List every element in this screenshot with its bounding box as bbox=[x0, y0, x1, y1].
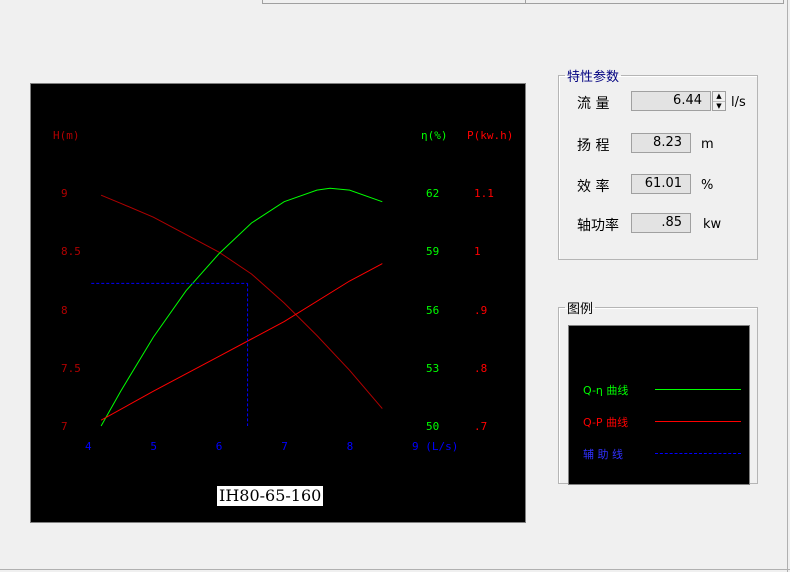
h-tick-label: 7 bbox=[61, 420, 68, 433]
eff-tick-label: 56 bbox=[426, 304, 439, 317]
eff-tick-label: 59 bbox=[426, 245, 439, 258]
flow-input[interactable]: 6.44 bbox=[631, 91, 711, 111]
params-group: 特性参数 流 量 6.44 ▲ ▼ l/s 扬 程 8.23 m 效 率 61.… bbox=[558, 66, 758, 260]
eff-tick-label: 62 bbox=[426, 187, 439, 200]
efficiency-label: 效 率 bbox=[577, 179, 610, 195]
shaft-power-field: .85 bbox=[631, 213, 691, 233]
legend-group-title: 图例 bbox=[567, 302, 594, 317]
x-tick-label: 7 bbox=[281, 440, 288, 453]
legend-item-aux-label: 辅 助 线 bbox=[583, 448, 623, 461]
efficiency-field: 61.01 bbox=[631, 174, 691, 194]
power-tick-label: 1.1 bbox=[474, 187, 494, 200]
h-axis-title: H(m) bbox=[53, 129, 80, 142]
eff-axis-title: η(%) bbox=[421, 129, 448, 142]
eff-tick-label: 53 bbox=[426, 362, 439, 375]
head-field: 8.23 bbox=[631, 133, 691, 153]
x-tick-label: 9 (L/s) bbox=[412, 440, 458, 453]
h-tick-label: 7.5 bbox=[61, 362, 81, 375]
top-panel-border bbox=[262, 0, 784, 4]
power-tick-label: .7 bbox=[474, 420, 487, 433]
shaft-power-label: 轴功率 bbox=[577, 218, 619, 234]
series-line-q bbox=[100, 187, 383, 427]
legend-item-q-p-label: Q-P 曲线 bbox=[583, 416, 629, 429]
legend-item-aux-swatch bbox=[655, 453, 741, 454]
series-line-qp bbox=[100, 263, 383, 421]
h-tick-label: 9 bbox=[61, 187, 68, 200]
head-label: 扬 程 bbox=[577, 138, 610, 154]
power-tick-label: 1 bbox=[474, 245, 481, 258]
x-tick-label: 5 bbox=[150, 440, 157, 453]
x-tick-label: 6 bbox=[216, 440, 223, 453]
spinner-down-icon[interactable]: ▼ bbox=[713, 102, 725, 111]
params-group-title: 特性参数 bbox=[567, 70, 620, 85]
window-bottom-edge bbox=[0, 569, 790, 570]
pump-model-label: IH80-65-160 bbox=[216, 485, 325, 507]
performance-chart: H(m) η(%) P(kw.h) 9 8.5 8 7.5 7 62 59 56 53 50 1.1 1.9… bbox=[30, 83, 526, 523]
legend-item-q-p-swatch bbox=[655, 421, 741, 422]
series-line-qh bbox=[100, 194, 383, 409]
efficiency-unit: % bbox=[701, 178, 714, 193]
flow-unit: l/s bbox=[731, 95, 746, 110]
flow-label: 流 量 bbox=[577, 96, 610, 112]
performance-chart-svg: H(m) η(%) P(kw.h)98.587.5762595653501.11.9… bbox=[53, 129, 513, 453]
power-tick-label: .9 bbox=[474, 304, 487, 317]
x-tick-label: 4 bbox=[85, 440, 92, 453]
shaft-power-unit: kw bbox=[703, 217, 722, 232]
legend-item-q-eta-swatch bbox=[655, 389, 741, 390]
legend-panel: Q-η 曲线 Q-P 曲线 辅 助 线 bbox=[568, 325, 750, 485]
head-unit: m bbox=[701, 137, 714, 152]
legend-group: 图例 Q-η 曲线 Q-P 曲线 辅 助 线 bbox=[558, 298, 758, 485]
power-axis-title: P(kw.h) bbox=[467, 129, 513, 142]
window-right-edge bbox=[787, 0, 788, 572]
flow-spinner[interactable]: ▲ ▼ bbox=[712, 91, 726, 111]
h-tick-label: 8 bbox=[61, 304, 68, 317]
spinner-up-icon[interactable]: ▲ bbox=[713, 92, 725, 102]
h-tick-label: 8.5 bbox=[61, 245, 81, 258]
legend-item-q-eta-label: Q-η 曲线 bbox=[583, 384, 629, 397]
x-tick-label: 8 bbox=[347, 440, 354, 453]
eff-tick-label: 50 bbox=[426, 420, 439, 433]
power-tick-label: .8 bbox=[474, 362, 487, 375]
